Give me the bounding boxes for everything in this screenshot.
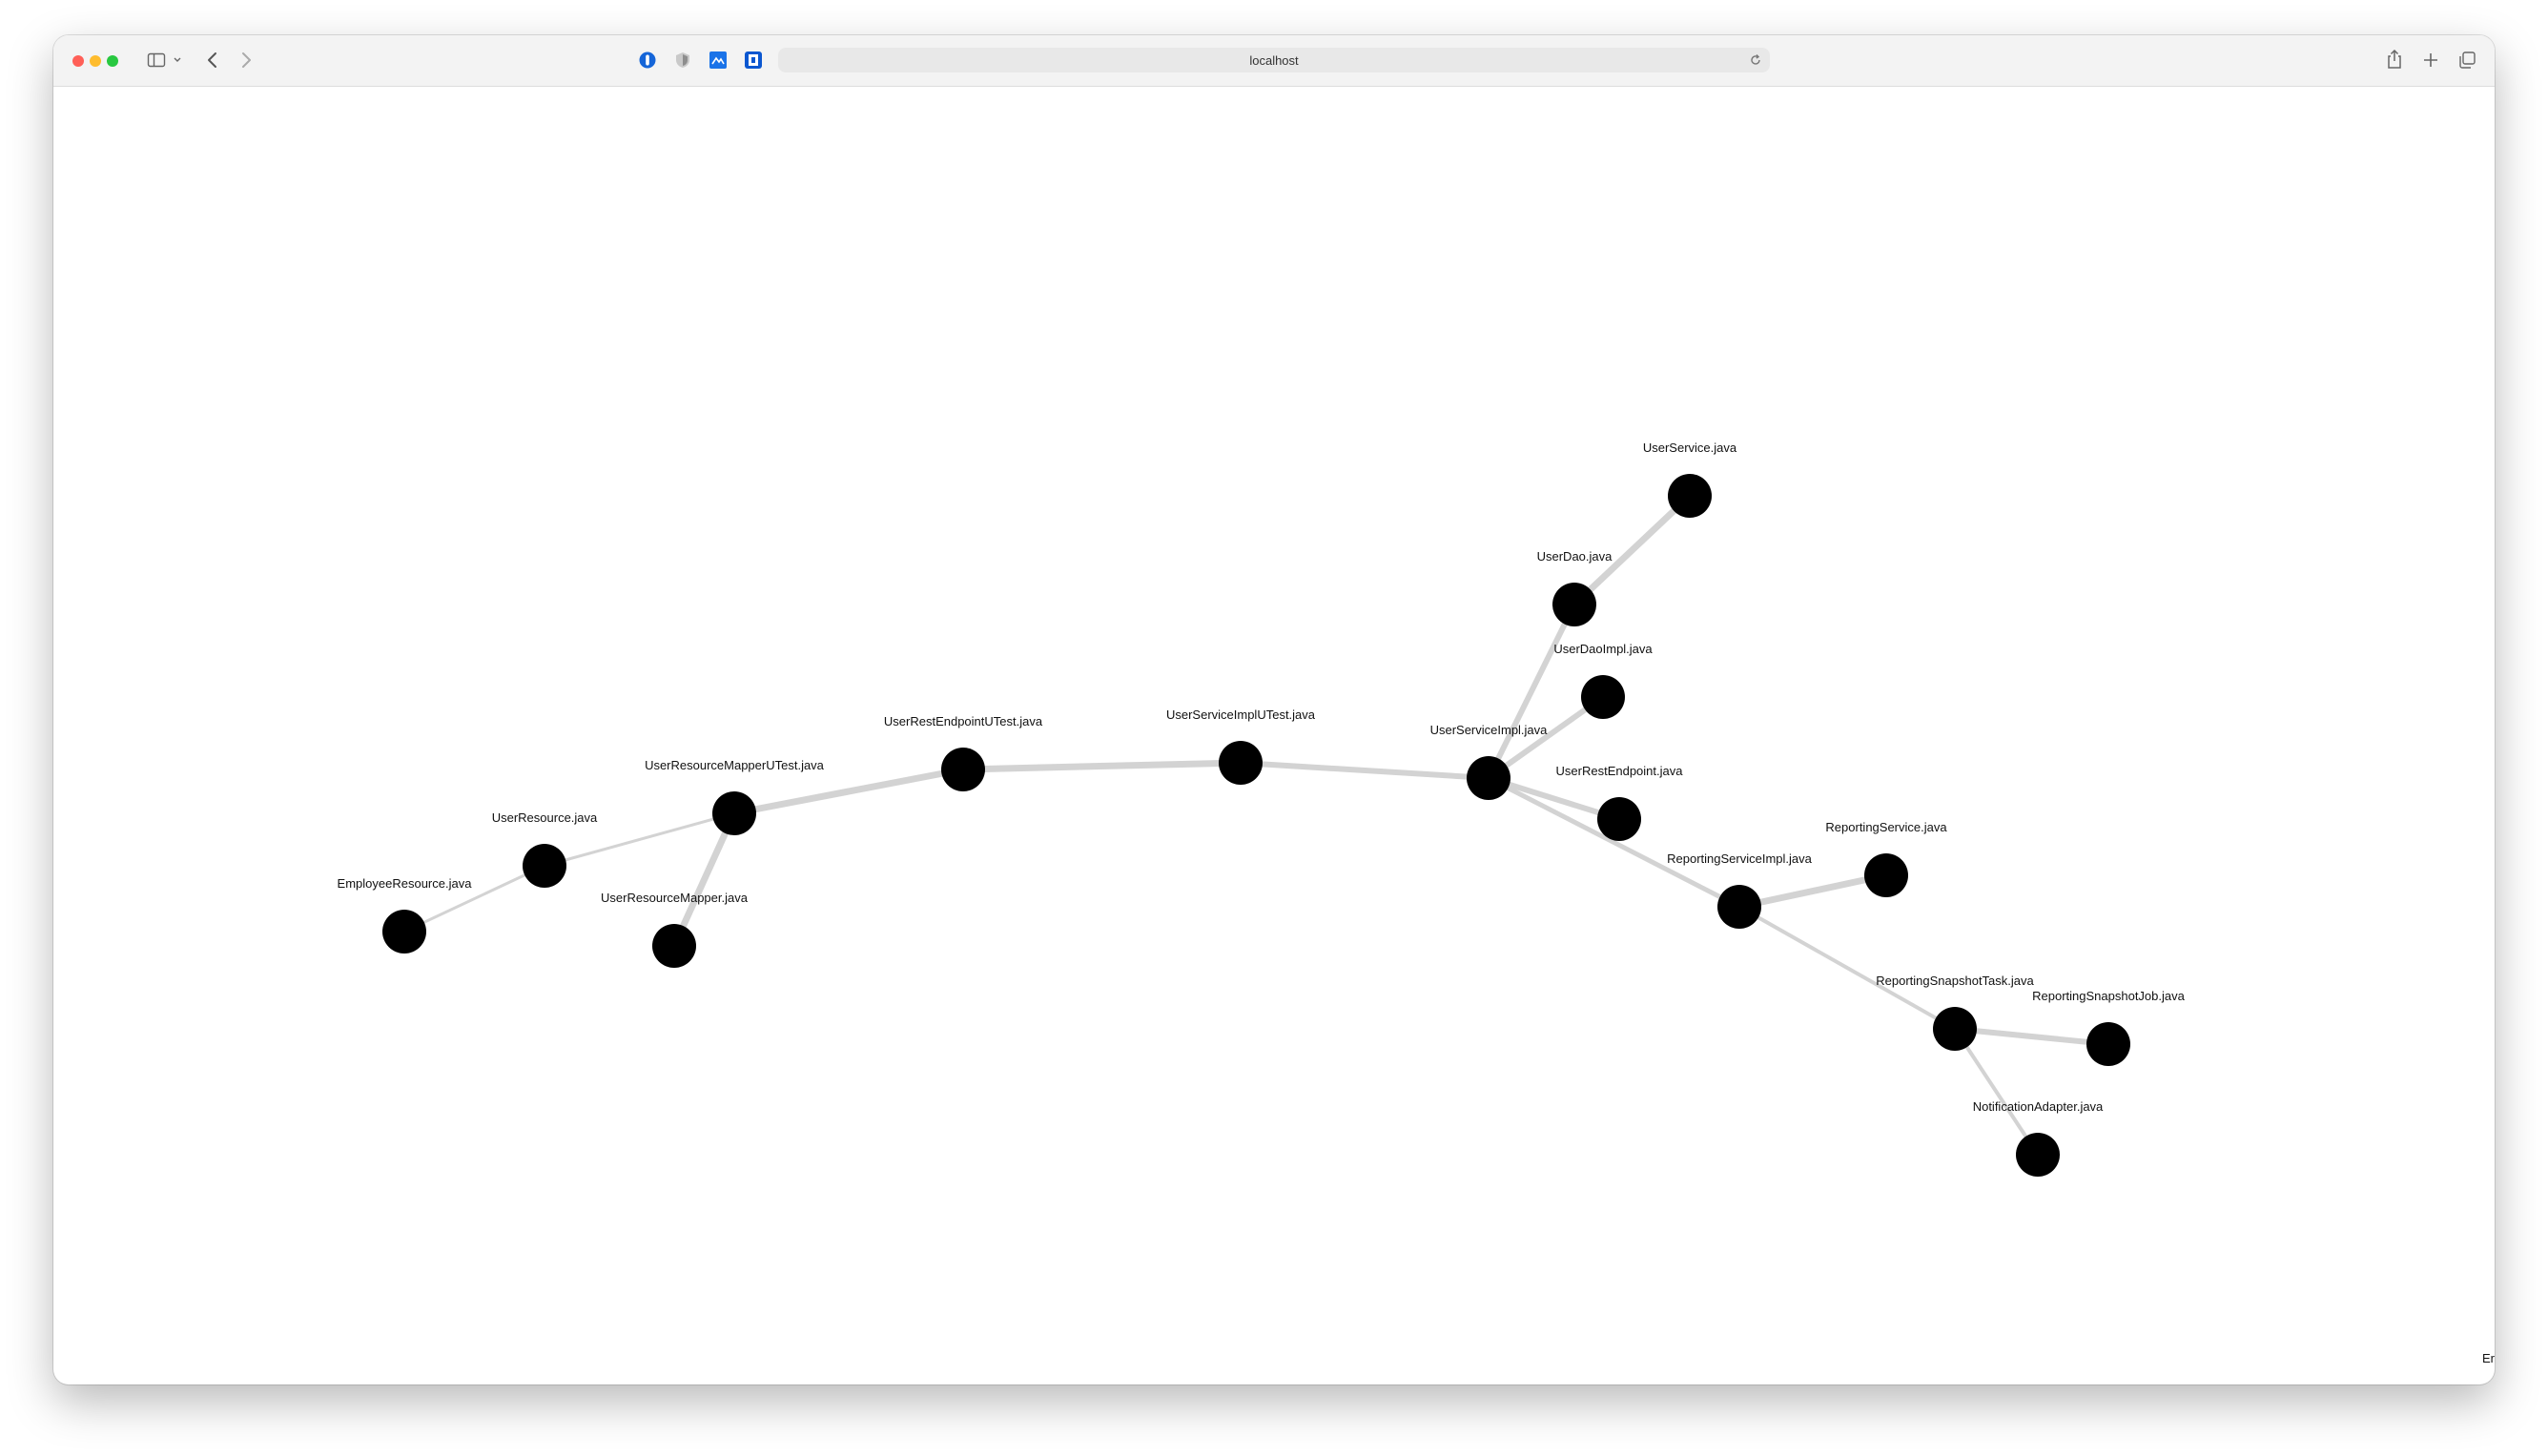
forward-arrow-icon[interactable]	[239, 51, 253, 70]
address-text: localhost	[1249, 53, 1299, 68]
graph-node-reporting-snapshot-task[interactable]: ReportingSnapshotTask.java	[1876, 974, 2035, 1051]
edge-reporting-service-impl-to-reporting-snapshot-task	[1737, 905, 1957, 1031]
dependency-graph[interactable]: UserService.java UserDao.java UserDaoImpl.…	[53, 87, 2495, 1384]
node-circle[interactable]	[2086, 1022, 2130, 1066]
node-label: UserServiceImpl.java	[1430, 723, 1549, 737]
node-label: UserService.java	[1643, 441, 1737, 455]
edge-reporting-snapshot-task-to-notification-adapter	[1953, 1027, 2040, 1157]
node-label: EmployeeResource.java	[338, 876, 473, 891]
edge-user-resource-mapper-utest-to-user-rest-endpoint-utest	[730, 766, 967, 817]
graph-nodes: UserService.java UserDao.java UserDaoImpl.…	[338, 441, 2186, 1177]
node-label: ReportingService.java	[1825, 820, 1947, 834]
node-circle[interactable]	[652, 924, 696, 968]
node-label: UserServiceImplUTest.java	[1166, 707, 1316, 722]
node-circle[interactable]	[1597, 797, 1641, 841]
node-label: UserResourceMapperUTest.java	[645, 758, 825, 772]
node-circle[interactable]	[1581, 675, 1625, 719]
reload-icon[interactable]	[1749, 53, 1762, 67]
node-label: UserDao.java	[1537, 549, 1613, 564]
edge-user-service-impl-to-reporting-service-impl	[1486, 775, 1742, 910]
node-circle[interactable]	[941, 748, 985, 791]
graph-node-user-dao-impl[interactable]: UserDaoImpl.java	[1553, 642, 1653, 719]
edge-user-service-impl-utest-to-user-service-impl	[1238, 760, 1491, 781]
tab-overview-icon[interactable]	[2457, 51, 2476, 70]
node-label: ReportingServiceImpl.java	[1667, 851, 1813, 866]
node-circle[interactable]	[1864, 853, 1908, 897]
graph-node-reporting-snapshot-job[interactable]: ReportingSnapshotJob.java	[2032, 989, 2186, 1066]
node-circle[interactable]	[523, 844, 566, 888]
node-circle[interactable]	[2016, 1133, 2060, 1177]
node-circle[interactable]	[1933, 1007, 1977, 1051]
page-content: UserService.java UserDao.java UserDaoImpl.…	[53, 87, 2495, 1384]
node-circle[interactable]	[712, 791, 756, 835]
graph-node-reporting-service-impl[interactable]: ReportingServiceImpl.java	[1667, 851, 1813, 929]
edge-reporting-service-impl-to-reporting-service	[1736, 872, 1890, 911]
maximize-window-button[interactable]	[107, 55, 118, 67]
graph-node-notification-adapter[interactable]: NotificationAdapter.java	[1973, 1099, 2104, 1177]
sidebar-icon[interactable]	[147, 51, 166, 69]
share-icon[interactable]	[2386, 49, 2403, 70]
node-label: ReportingSnapshotTask.java	[1876, 974, 2034, 988]
node-label: UserResource.java	[492, 810, 598, 825]
node-label: UserResourceMapper.java	[601, 891, 749, 905]
node-label: UserDaoImpl.java	[1553, 642, 1653, 656]
bookmark-extension-icon[interactable]	[744, 51, 763, 70]
minimize-window-button[interactable]	[90, 55, 101, 67]
node-label: NotificationAdapter.java	[1973, 1099, 2104, 1114]
chevron-down-icon[interactable]	[173, 56, 182, 64]
edge-user-rest-endpoint-utest-to-user-service-impl-utest	[959, 759, 1244, 773]
address-bar[interactable]: localhost	[778, 48, 1770, 72]
node-label: UserRestEndpoint.java	[1556, 764, 1684, 778]
graph-node-user-resource[interactable]: UserResource.java	[492, 810, 598, 888]
node-label: ReportingSnapshotJob.java	[2032, 989, 2185, 1003]
image-extension-icon[interactable]	[709, 51, 728, 70]
node-circle[interactable]	[1552, 583, 1596, 626]
node-circle[interactable]	[382, 910, 426, 954]
node-circle[interactable]	[1219, 741, 1263, 785]
offscreen-node-label: Er	[2482, 1351, 2495, 1365]
edge-reporting-snapshot-task-to-reporting-snapshot-job	[1952, 1026, 2111, 1047]
graph-node-user-service[interactable]: UserService.java	[1643, 441, 1737, 518]
node-circle[interactable]	[1467, 756, 1510, 800]
graph-node-user-dao[interactable]: UserDao.java	[1537, 549, 1613, 626]
graph-node-user-resource-mapper-utest[interactable]: UserResourceMapperUTest.java	[645, 758, 825, 835]
browser-toolbar: localhost	[53, 35, 2495, 87]
graph-node-user-service-impl-utest[interactable]: UserServiceImplUTest.java	[1166, 707, 1316, 785]
node-circle[interactable]	[1717, 885, 1761, 929]
graph-node-user-resource-mapper[interactable]: UserResourceMapper.java	[601, 891, 749, 968]
edge-user-dao-to-user-service-impl	[1486, 602, 1577, 781]
privacy-shield-extension-icon[interactable]	[673, 51, 692, 70]
password-manager-extension-icon[interactable]	[638, 51, 657, 70]
close-window-button[interactable]	[72, 55, 84, 67]
node-circle[interactable]	[1668, 474, 1712, 518]
new-tab-icon[interactable]	[2422, 51, 2439, 69]
back-arrow-icon[interactable]	[206, 51, 219, 70]
node-label: UserRestEndpointUTest.java	[884, 714, 1043, 728]
browser-window: localhost UserService.java UserDao.java Us…	[53, 35, 2495, 1384]
graph-node-employee-resource[interactable]: EmployeeResource.java	[338, 876, 473, 954]
